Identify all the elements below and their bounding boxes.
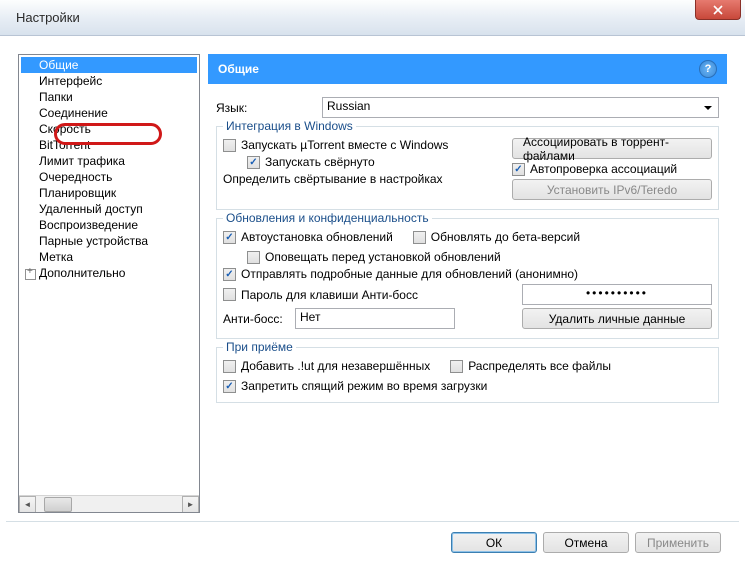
chk-notify-update[interactable]: Оповещать перед установкой обновлений (247, 250, 712, 264)
sidebar-item-interface[interactable]: Интерфейс (21, 73, 197, 89)
sidebar-item-traffic-limit[interactable]: Лимит трафика (21, 153, 197, 169)
panel-title: Общие (218, 62, 259, 76)
sidebar-hscroll[interactable]: ◄ ► (19, 495, 199, 512)
sidebar: Общие Интерфейс Папки Соединение Скорост… (18, 54, 200, 513)
chk-bosskey-pwd[interactable]: Пароль для клавиши Анти-босс (223, 288, 418, 302)
group-title: Обновления и конфиденциальность (223, 211, 432, 225)
sidebar-item-remote[interactable]: Удаленный доступ (21, 201, 197, 217)
window-title: Настройки (16, 10, 80, 25)
help-icon[interactable]: ? (699, 60, 717, 78)
sidebar-item-general[interactable]: Общие (21, 57, 197, 73)
antiboss-label: Анти-босс: (223, 312, 285, 326)
chk-add-ut[interactable]: Добавить .!ut для незавершённых (223, 359, 430, 373)
scroll-left-icon[interactable]: ◄ (19, 496, 36, 513)
cancel-button[interactable]: Отмена (543, 532, 629, 553)
sidebar-item-speed[interactable]: Скорость (21, 121, 197, 137)
chk-send-data[interactable]: Отправлять подробные данные для обновлен… (223, 267, 712, 281)
sidebar-item-queueing[interactable]: Очередность (21, 169, 197, 185)
group-windows-integration: Интеграция в Windows Запускать µTorrent … (216, 126, 719, 210)
chk-start-with-windows[interactable]: Запускать µTorrent вместе с Windows (223, 138, 492, 152)
panel-header: Общие ? (208, 54, 727, 84)
chk-start-minimized[interactable]: Запускать свёрнуто (247, 155, 492, 169)
apply-button[interactable]: Применить (635, 532, 721, 553)
associate-button[interactable]: Ассоциировать в торрент-файлами (512, 138, 712, 159)
ipv6-button[interactable]: Установить IPv6/Teredo (512, 179, 712, 200)
scroll-thumb[interactable] (44, 497, 72, 512)
sidebar-item-label[interactable]: Метка (21, 249, 197, 265)
chk-beta[interactable]: Обновлять до бета-версий (413, 230, 580, 244)
antiboss-field[interactable]: Нет (295, 308, 455, 329)
sidebar-item-connection[interactable]: Соединение (21, 105, 197, 121)
chk-auto-assoc[interactable]: Автопроверка ассоциаций (512, 162, 712, 176)
sidebar-item-bittorrent[interactable]: BitTorrent (21, 137, 197, 153)
close-button[interactable] (695, 0, 741, 20)
ok-button[interactable]: ОК (451, 532, 537, 553)
sidebar-item-scheduler[interactable]: Планировщик (21, 185, 197, 201)
group-updates: Обновления и конфиденциальность Автоуста… (216, 218, 719, 339)
sidebar-item-advanced[interactable]: Дополнительно (21, 265, 197, 281)
sidebar-item-paired[interactable]: Парные устройства (21, 233, 197, 249)
bosskey-password-field[interactable]: •••••••••• (522, 284, 712, 305)
scroll-right-icon[interactable]: ► (182, 496, 199, 513)
group-title: Интеграция в Windows (223, 119, 356, 133)
footer: ОК Отмена Применить (6, 521, 739, 567)
sidebar-item-folders[interactable]: Папки (21, 89, 197, 105)
titlebar: Настройки (0, 0, 745, 36)
group-title: При приёме (223, 340, 296, 354)
chk-auto-update[interactable]: Автоустановка обновлений (223, 230, 393, 244)
language-label: Язык: (216, 101, 316, 115)
minimize-define-label: Определить свёртывание в настройках (223, 172, 443, 186)
chk-preallocate[interactable]: Распределять все файлы (450, 359, 611, 373)
group-receive: При приёме Добавить .!ut для незавершённ… (216, 347, 719, 403)
chk-prevent-sleep[interactable]: Запретить спящий режим во время загрузки (223, 379, 712, 393)
sidebar-item-playback[interactable]: Воспроизведение (21, 217, 197, 233)
delete-data-button[interactable]: Удалить личные данные (522, 308, 712, 329)
language-select[interactable]: Russian (322, 97, 719, 118)
